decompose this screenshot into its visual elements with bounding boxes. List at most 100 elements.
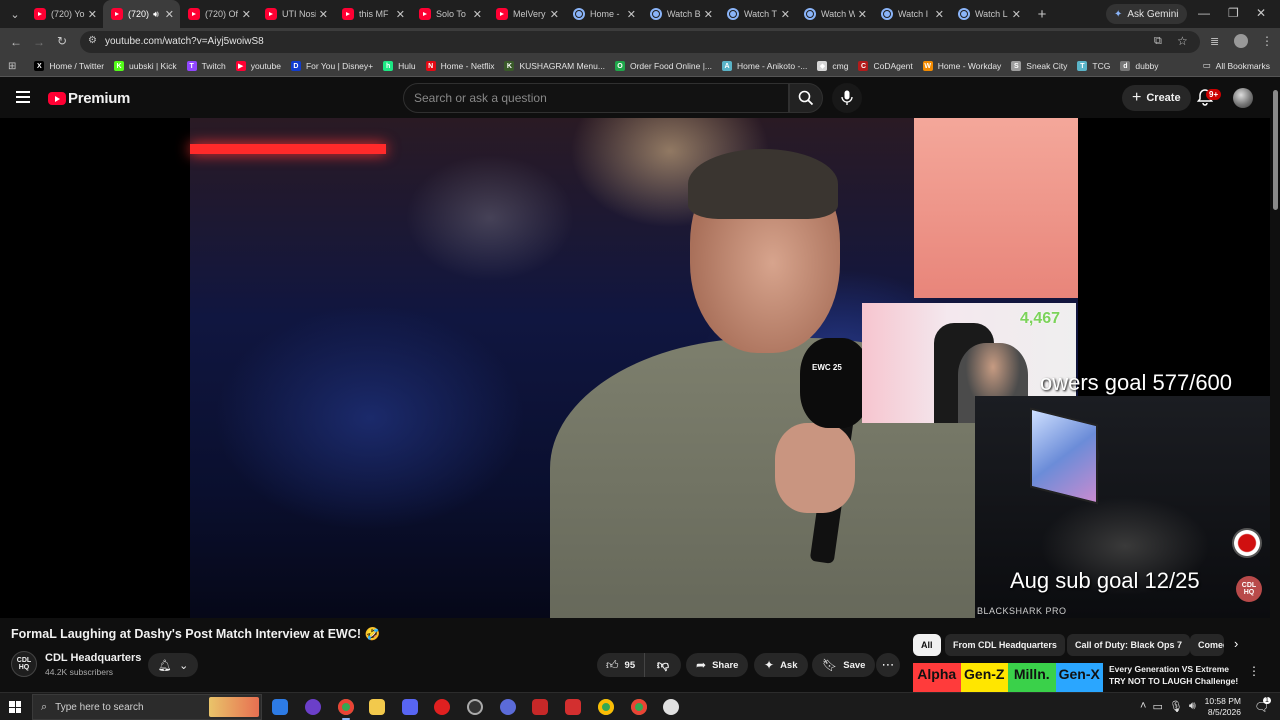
media-player-icon[interactable] — [434, 699, 450, 715]
close-tab-icon[interactable]: ✕ — [242, 8, 251, 21]
close-tab-icon[interactable]: ✕ — [319, 8, 328, 21]
minimize-icon[interactable]: — — [1198, 6, 1210, 20]
search-input[interactable] — [414, 84, 788, 112]
subscribed-button[interactable]: 🔔︎ ⌄ — [148, 653, 198, 677]
reading-list-icon[interactable]: ≣ — [1210, 35, 1219, 48]
close-tab-icon[interactable]: ✕ — [550, 8, 559, 21]
all-bookmarks-button[interactable]: ▭ All Bookmarks — [1203, 60, 1270, 71]
search-field[interactable] — [403, 83, 789, 113]
browser-tab[interactable]: Watch I ✕ — [873, 0, 950, 28]
reload-icon[interactable]: ↻ — [57, 34, 67, 48]
channel-avatar[interactable]: CDL HQ — [11, 651, 37, 677]
windows-start-icon[interactable] — [9, 701, 21, 713]
chevron-right-icon[interactable]: › — [1234, 636, 1238, 651]
chip-comedy[interactable]: Comedy — [1190, 634, 1224, 656]
close-tab-icon[interactable]: ✕ — [473, 8, 482, 21]
bookmark-item[interactable]: O Order Food Online |... — [614, 61, 712, 71]
dislike-button[interactable]: 👎︎ — [645, 658, 681, 673]
taskbar-search-box[interactable]: ⌕ Type here to search — [32, 694, 262, 720]
close-tab-icon[interactable]: ✕ — [88, 8, 97, 21]
browser-tab[interactable]: Watch L ✕ — [950, 0, 1027, 28]
search-button[interactable] — [789, 83, 823, 113]
close-window-icon[interactable]: ✕ — [1256, 6, 1266, 20]
bookmark-item[interactable]: D For You | Disney+ — [290, 61, 373, 71]
bookmark-item[interactable]: K KUSHAGRAM Menu... — [504, 61, 605, 71]
browser-tab[interactable]: this MF ✕ — [334, 0, 411, 28]
profile-icon[interactable] — [1234, 34, 1248, 48]
close-tab-icon[interactable]: ✕ — [781, 8, 790, 21]
video-player[interactable]: EWC 25 4,467 owers goal 577/600 Aug sub … — [0, 118, 1270, 618]
browser-tab[interactable]: Home - ✕ — [565, 0, 642, 28]
voice-search-button[interactable] — [832, 83, 862, 113]
menu-hamburger-icon[interactable] — [16, 91, 30, 103]
task-view-icon[interactable] — [272, 699, 288, 715]
apps-grid-icon[interactable]: ⊞ — [8, 61, 16, 72]
share-button[interactable]: ➦ Share — [686, 653, 749, 677]
channel-name-link[interactable]: CDL Headquarters — [45, 652, 141, 664]
back-arrow-icon[interactable]: ← — [10, 35, 22, 49]
close-tab-icon[interactable]: ✕ — [858, 8, 867, 21]
recommended-title[interactable]: Every Generation VS Extreme TRY NOT TO L… — [1109, 663, 1244, 687]
bookmark-item[interactable]: d dubby — [1120, 61, 1159, 71]
close-tab-icon[interactable]: ✕ — [704, 8, 713, 21]
bookmark-item[interactable]: X Home / Twitter — [34, 61, 104, 71]
browser-tab[interactable]: Watch B ✕ — [642, 0, 719, 28]
clock-app-icon[interactable] — [663, 699, 679, 715]
scrollbar-thumb[interactable] — [1273, 90, 1278, 210]
bookmark-item[interactable]: W Home - Workday — [922, 61, 1001, 71]
bookmark-item[interactable]: C CoDAgent — [858, 61, 913, 71]
app-icon[interactable] — [500, 699, 516, 715]
app-icon[interactable] — [532, 699, 548, 715]
browser-tab[interactable]: UTI Nosi ✕ — [257, 0, 334, 28]
browser-tab[interactable]: (720) You✕ — [26, 0, 103, 28]
ask-button[interactable]: ✦ Ask — [754, 653, 808, 677]
recommended-menu-icon[interactable]: ⋮ — [1248, 664, 1260, 678]
close-tab-icon[interactable]: ✕ — [165, 8, 174, 21]
ask-gemini-button[interactable]: ✦ Ask Gemini — [1106, 4, 1187, 24]
bookmark-item[interactable]: h Hulu — [383, 61, 416, 71]
chip-black-ops-7[interactable]: Call of Duty: Black Ops 7 — [1067, 634, 1191, 656]
discord-icon[interactable] — [402, 699, 418, 715]
bookmark-item[interactable]: Kuubski | Kick — [114, 61, 177, 71]
save-button[interactable]: 🔖︎ Save — [812, 653, 876, 677]
chip-all[interactable]: All — [913, 634, 941, 656]
close-tab-icon[interactable]: ✕ — [1012, 8, 1021, 21]
bookmark-item[interactable]: T Twitch — [186, 61, 226, 71]
chevron-up-icon[interactable]: ˄ — [1140, 700, 1146, 713]
bookmark-item[interactable]: ◆ cmg — [817, 61, 848, 71]
browser-tab[interactable]: MelVery ✕ — [488, 0, 565, 28]
site-info-icon[interactable]: ⚙ — [88, 35, 97, 46]
browser-tab[interactable]: Solo To ✕ — [411, 0, 488, 28]
bookmark-star-icon[interactable]: ☆ — [1177, 34, 1188, 48]
create-button[interactable]: + Create — [1122, 85, 1191, 111]
browser-menu-icon[interactable]: ⋮ — [1261, 34, 1273, 48]
close-tab-icon[interactable]: ✕ — [396, 8, 405, 21]
bookmark-item[interactable]: A Home - Anikoto -... — [722, 61, 807, 71]
more-actions-icon[interactable]: ⋯ — [876, 653, 900, 677]
page-scrollbar[interactable] — [1270, 78, 1280, 692]
chrome-profile-icon[interactable] — [598, 699, 614, 715]
recommended-thumbnail[interactable]: Alpha Gen-Z Milln. Gen-X — [913, 663, 1103, 693]
browser-tab[interactable]: Watch T ✕ — [719, 0, 796, 28]
address-bar[interactable]: ⚙ youtube.com/watch?v=Aiyj5woiwS8 ⧉ ☆ — [80, 31, 1200, 53]
install-app-icon[interactable]: ⧉ — [1154, 35, 1162, 48]
close-tab-icon[interactable]: ✕ — [935, 8, 944, 21]
bookmark-item[interactable]: N Home - Netflix — [425, 61, 494, 71]
close-tab-icon[interactable]: ✕ — [627, 8, 636, 21]
file-explorer-icon[interactable] — [369, 699, 385, 715]
microphone-tray-icon[interactable]: 🎙︎ — [1169, 700, 1183, 713]
app-icon[interactable] — [305, 699, 321, 715]
restore-icon[interactable]: ❐ — [1228, 6, 1239, 20]
chip-from-channel[interactable]: From CDL Headquarters — [945, 634, 1065, 656]
chrome-icon[interactable] — [338, 699, 354, 720]
tab-search-chevron-icon[interactable]: ⌄ — [4, 3, 26, 25]
app-icon[interactable] — [467, 699, 483, 715]
browser-tab[interactable]: (720) Of ✕ — [180, 0, 257, 28]
volume-icon[interactable]: 🔊︎ — [1189, 700, 1196, 713]
bookmark-item[interactable]: ▶ youtube — [235, 61, 281, 71]
network-icon[interactable]: ▭ — [1152, 700, 1162, 713]
forward-arrow-icon[interactable]: → — [33, 35, 45, 49]
like-button[interactable]: 👍︎ 95 — [597, 653, 645, 677]
new-tab-button[interactable]: + — [1031, 6, 1053, 23]
browser-tab[interactable]: Watch W ✕ — [796, 0, 873, 28]
